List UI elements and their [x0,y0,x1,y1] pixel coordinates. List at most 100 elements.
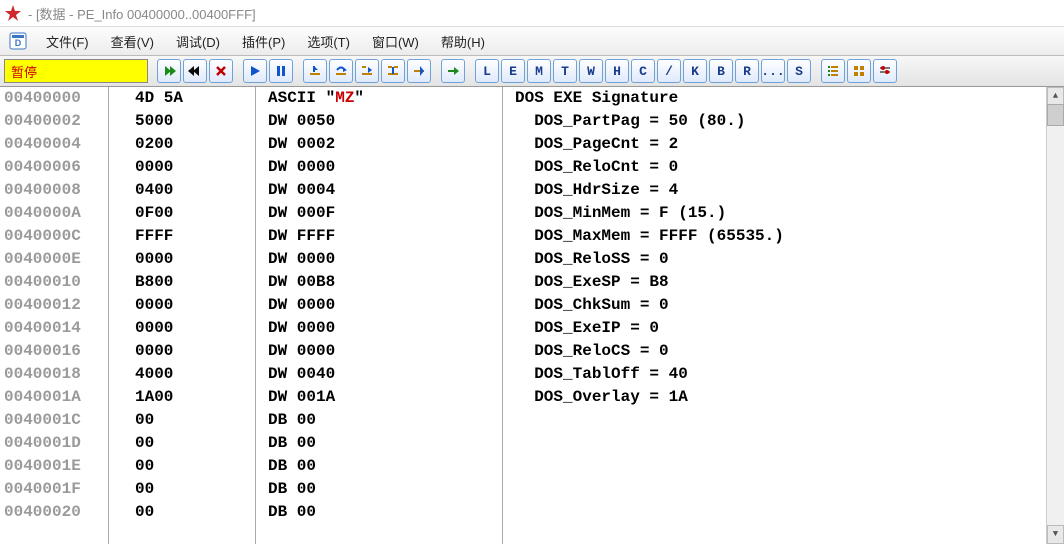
letter-button-M[interactable]: M [527,59,551,83]
comment-cell: DOS_ReloCS = 0 [503,340,1064,363]
hex-cell: 4000 [109,363,255,386]
close-button[interactable] [209,59,233,83]
address-cell: 0040001F [0,478,108,501]
column-disasm: ASCII "MZ"DW 0050DW 0002DW 0000DW 0004DW… [256,87,503,544]
disasm-cell: DW 0000 [256,156,502,179]
disasm-cell: DW 0000 [256,248,502,271]
letter-button-W[interactable]: W [579,59,603,83]
menu-plugins[interactable]: 插件(P) [238,30,289,53]
status-paused: 暂停 [4,59,148,83]
letter-button-xxx[interactable]: ... [761,59,785,83]
disasm-cell: DW 0040 [256,363,502,386]
disasm-cell: DW 0000 [256,340,502,363]
window-title: - [数据 - PE_Info 00400000..00400FFF] [28,4,256,23]
comment-cell: DOS_PageCnt = 2 [503,133,1064,156]
settings-button[interactable] [873,59,897,83]
column-comment: DOS EXE Signature DOS_PartPag = 50 (80.)… [503,87,1064,544]
disasm-cell: DW 0000 [256,317,502,340]
letter-button-K[interactable]: K [683,59,707,83]
comment-cell: DOS_Overlay = 1A [503,386,1064,409]
comment-cell: DOS_ExeIP = 0 [503,317,1064,340]
scroll-thumb[interactable] [1047,104,1064,126]
menu-window[interactable]: 窗口(W) [368,30,423,53]
hex-cell: 0000 [109,294,255,317]
address-cell: 00400020 [0,501,108,524]
hex-cell: 00 [109,455,255,478]
letter-button-x[interactable]: / [657,59,681,83]
disasm-cell: DW 0050 [256,110,502,133]
pause-button[interactable] [269,59,293,83]
hex-cell: 00 [109,478,255,501]
address-cell: 00400006 [0,156,108,179]
menu-debug[interactable]: 调试(D) [172,30,224,53]
menu-app-icon[interactable]: D [8,31,28,51]
hex-cell: 1A00 [109,386,255,409]
menu-view[interactable]: 查看(V) [107,30,158,53]
hex-cell: 0400 [109,179,255,202]
hex-dump-panel[interactable]: 0040000000400002004000040040000600400008… [0,87,1064,544]
hex-cell: 00 [109,432,255,455]
execute-till-return-button[interactable] [407,59,431,83]
rewind-button[interactable] [183,59,207,83]
step-into-button[interactable] [303,59,327,83]
letter-button-H[interactable]: H [605,59,629,83]
letter-button-T[interactable]: T [553,59,577,83]
disasm-cell: DW 000F [256,202,502,225]
disasm-cell: DB 00 [256,409,502,432]
disasm-cell: DB 00 [256,432,502,455]
comment-cell: DOS_PartPag = 50 (80.) [503,110,1064,133]
address-cell: 00400012 [0,294,108,317]
comment-cell [503,478,1064,501]
scroll-down-button[interactable]: ▼ [1047,525,1064,544]
hex-cell: 00 [109,409,255,432]
run-button[interactable] [243,59,267,83]
address-cell: 0040000E [0,248,108,271]
menu-file[interactable]: 文件(F) [42,30,93,53]
letter-button-group: LEMTWHC/KBR...S [474,59,812,83]
letter-button-S[interactable]: S [787,59,811,83]
app-window: - [数据 - PE_Info 00400000..00400FFF] D 文件… [0,0,1064,544]
letter-button-R[interactable]: R [735,59,759,83]
hex-cell: 0000 [109,340,255,363]
grid-view-button[interactable] [847,59,871,83]
list-view-button[interactable] [821,59,845,83]
comment-cell: DOS EXE Signature [503,87,1064,110]
trace-into-button[interactable] [355,59,379,83]
address-cell: 00400008 [0,179,108,202]
comment-cell: DOS_TablOff = 40 [503,363,1064,386]
hex-cell: 0000 [109,248,255,271]
restart-button[interactable] [157,59,181,83]
comment-cell [503,455,1064,478]
disasm-cell: DW 0002 [256,133,502,156]
address-cell: 00400002 [0,110,108,133]
comment-cell: DOS_HdrSize = 4 [503,179,1064,202]
comment-cell [503,409,1064,432]
disasm-cell: DW 001A [256,386,502,409]
vertical-scrollbar[interactable]: ▲ ▼ [1046,87,1064,544]
comment-cell [503,501,1064,524]
address-cell: 0040000A [0,202,108,225]
menu-help[interactable]: 帮助(H) [437,30,489,53]
letter-button-E[interactable]: E [501,59,525,83]
letter-button-C[interactable]: C [631,59,655,83]
address-cell: 00400016 [0,340,108,363]
disasm-cell: ASCII "MZ" [256,87,502,110]
address-cell: 00400014 [0,317,108,340]
comment-cell: DOS_MaxMem = FFFF (65535.) [503,225,1064,248]
step-over-button[interactable] [329,59,353,83]
goto-button[interactable] [441,59,465,83]
trace-over-button[interactable] [381,59,405,83]
menu-options[interactable]: 选项(T) [303,30,354,53]
comment-cell: DOS_ChkSum = 0 [503,294,1064,317]
letter-button-B[interactable]: B [709,59,733,83]
hex-cell: 0000 [109,156,255,179]
letter-button-L[interactable]: L [475,59,499,83]
disasm-cell: DB 00 [256,478,502,501]
svg-text:D: D [15,38,22,48]
hex-cell: FFFF [109,225,255,248]
disasm-cell: DW FFFF [256,225,502,248]
comment-cell: DOS_ReloCnt = 0 [503,156,1064,179]
comment-cell: DOS_ExeSP = B8 [503,271,1064,294]
disasm-cell: DB 00 [256,501,502,524]
column-address: 0040000000400002004000040040000600400008… [0,87,109,544]
